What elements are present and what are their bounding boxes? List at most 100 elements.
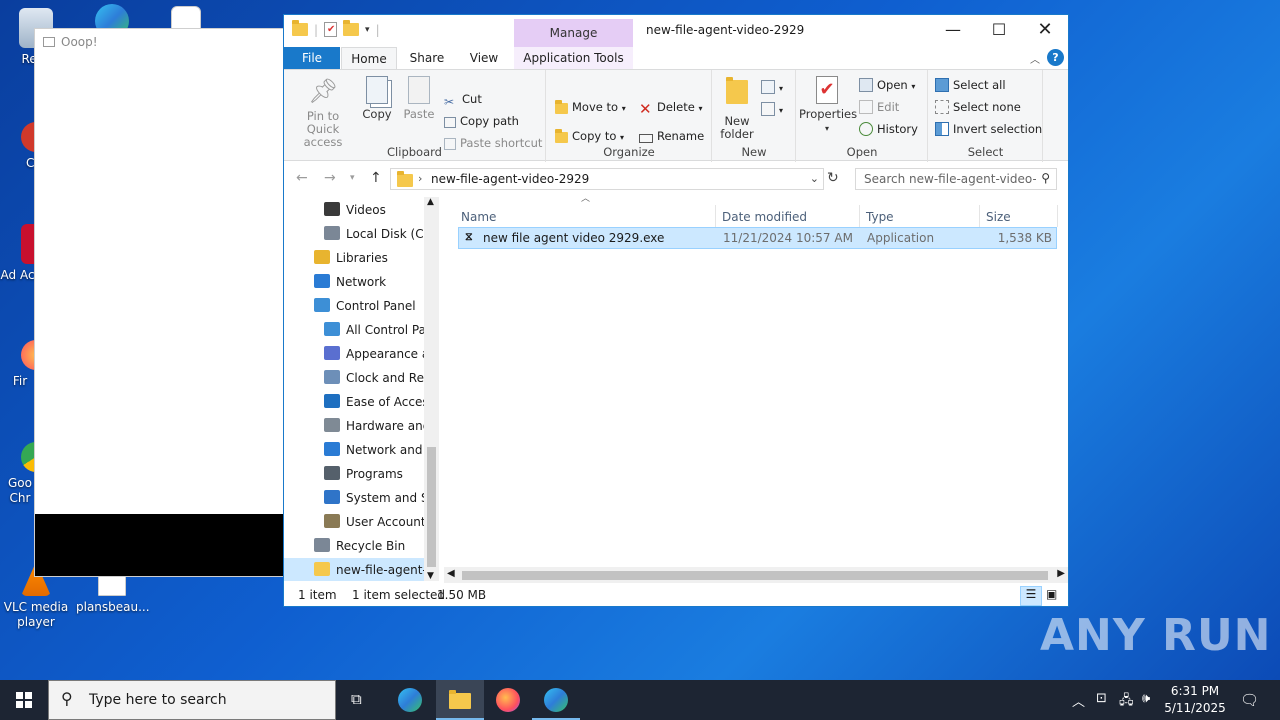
file-explorer-window: | ✔ ▾ | Manage new-file-agent-video-2929… (283, 14, 1069, 607)
collapse-ribbon-icon[interactable]: ︿ (1030, 51, 1040, 66)
nav-item[interactable]: All Control Par (284, 318, 424, 342)
copy-to-button[interactable]: Copy to ▾ (555, 127, 624, 145)
notifications-icon[interactable]: 🗨︎ (1240, 691, 1259, 709)
column-header-size[interactable]: Size (986, 205, 1011, 229)
copy-to-icon (555, 129, 568, 143)
address-dropdown-icon[interactable]: ⌄ (810, 172, 819, 185)
taskbar-edge-button[interactable] (386, 680, 434, 720)
close-button[interactable]: ✕ (1022, 15, 1068, 45)
large-icons-view-icon[interactable]: ▣ (1046, 587, 1057, 601)
scroll-left-icon[interactable]: ◀ (447, 568, 455, 579)
column-header-date[interactable]: Date modified (722, 205, 807, 229)
scroll-right-icon[interactable]: ▶ (1057, 568, 1065, 579)
recent-locations-icon[interactable]: ▾ (350, 173, 355, 183)
start-button[interactable] (0, 680, 48, 720)
easy-access-button[interactable]: ▾ (761, 100, 783, 118)
taskbar-search-input[interactable]: ⚲ Type here to search (48, 680, 336, 720)
edit-button[interactable]: Edit (859, 98, 899, 116)
navigation-bar: ← → ▾ ↑ › new-file-agent-video-2929 ⌄ ↻ … (284, 165, 1068, 193)
nav-item[interactable]: Network (284, 270, 424, 294)
status-bar: 1 item 1 item selected 1.50 MB ☰ ▣ (284, 585, 1068, 607)
paste-button[interactable]: Paste (402, 76, 436, 121)
properties-qa-icon[interactable]: ✔ (324, 22, 338, 37)
file-row[interactable]: ⧖ new file agent video 2929.exe 11/21/20… (458, 227, 1057, 249)
cut-button[interactable]: ✂ Cut (444, 90, 482, 109)
tab-file[interactable]: File (284, 47, 340, 69)
clipboard-group-label: Clipboard (387, 145, 442, 159)
address-bar[interactable]: › new-file-agent-video-2929 ⌄ (390, 168, 824, 190)
tab-home[interactable]: Home (341, 47, 397, 69)
tab-application-tools[interactable]: Application Tools (514, 47, 633, 69)
nav-item[interactable]: Local Disk (C:) (284, 222, 424, 246)
taskbar-edge-active-button[interactable] (532, 680, 580, 720)
nav-item[interactable]: Videos (284, 198, 424, 222)
taskbar-firefox-button[interactable] (484, 680, 532, 720)
nav-item[interactable]: Ease of Access (284, 390, 424, 414)
scroll-up-icon[interactable]: ▲ (427, 197, 434, 207)
delete-button[interactable]: ✕ Delete ▾ (639, 98, 702, 118)
tab-share[interactable]: Share (400, 47, 454, 69)
nav-item[interactable]: Libraries (284, 246, 424, 270)
show-hidden-icons-icon[interactable]: ︿ (1072, 691, 1085, 710)
help-icon[interactable]: ? (1047, 49, 1064, 66)
nav-item[interactable]: Control Panel (284, 294, 424, 318)
nav-item-label: Videos (346, 203, 386, 217)
ribbon: 📌︎ Pin to Quick access Copy Paste ✂ Cut C… (284, 69, 1068, 162)
new-folder-qa-icon[interactable] (343, 20, 360, 36)
nav-item[interactable]: Programs (284, 462, 424, 486)
history-button[interactable]: History (859, 120, 918, 138)
move-to-button[interactable]: Move to ▾ (555, 98, 626, 116)
taskbar-explorer-button[interactable] (436, 680, 484, 720)
tab-view[interactable]: View (456, 47, 512, 69)
volume-icon[interactable]: 🕪︎ (1142, 691, 1150, 706)
forward-arrow-icon[interactable]: → (324, 170, 336, 186)
invert-selection-button[interactable]: Invert selection (935, 120, 1042, 138)
edge-icon (398, 688, 422, 712)
nav-item[interactable]: User Accounts (284, 510, 424, 534)
copy-path-button[interactable]: Copy path (444, 112, 519, 130)
nav-scrollbar[interactable]: ▲ ▼ (424, 197, 439, 581)
nav-item-icon (324, 202, 340, 216)
back-arrow-icon[interactable]: ← (296, 170, 308, 186)
meet-now-icon[interactable]: ⊡ (1096, 691, 1107, 706)
select-none-button[interactable]: Select none (935, 98, 1021, 116)
scroll-down-icon[interactable]: ▼ (427, 571, 434, 581)
clock-date: 5/11/2025 (1164, 701, 1226, 715)
new-item-button[interactable]: ▾ (761, 78, 783, 96)
task-view-button[interactable]: ⧉ (336, 680, 384, 720)
select-all-button[interactable]: Select all (935, 76, 1006, 94)
nav-item[interactable]: Clock and Regi (284, 366, 424, 390)
search-input[interactable]: Search new-file-agent-video-... ⚲ (855, 168, 1057, 190)
nav-item[interactable]: Recycle Bin (284, 534, 424, 558)
nav-item[interactable]: Hardware and (284, 414, 424, 438)
maximize-button[interactable]: ☐ (976, 15, 1022, 45)
copy-button[interactable]: Copy (360, 76, 394, 121)
column-header-name[interactable]: Name (461, 205, 496, 229)
new-folder-button[interactable]: New folder (717, 77, 757, 141)
folder-icon (292, 20, 308, 36)
up-arrow-icon[interactable]: ↑ (370, 170, 382, 186)
properties-button[interactable]: ✔ Properties ▾ (799, 76, 857, 135)
nav-scroll-thumb[interactable] (427, 447, 436, 567)
nav-item[interactable]: Appearance an (284, 342, 424, 366)
rename-button[interactable]: Rename (639, 127, 704, 145)
clock[interactable]: 6:31 PM 5/11/2025 (1160, 683, 1230, 717)
file-list-hscrollbar[interactable]: ◀ ▶ (444, 567, 1068, 583)
nav-item[interactable]: Network and Ir (284, 438, 424, 462)
nav-item[interactable]: System and Sec (284, 486, 424, 510)
minimize-button[interactable]: — (930, 15, 976, 45)
nav-item-label: new-file-agent-v (336, 563, 424, 577)
nav-item-icon (314, 250, 330, 264)
details-view-icon[interactable]: ☰ (1020, 586, 1042, 606)
nav-item[interactable]: new-file-agent-v (284, 558, 424, 581)
column-header-type[interactable]: Type (866, 205, 894, 229)
organize-group: Move to ▾ Copy to ▾ ✕ Delete ▾ Rename Org… (547, 70, 712, 162)
refresh-icon[interactable]: ↻ (827, 170, 839, 186)
new-item-icon (761, 80, 775, 94)
network-icon[interactable]: 🖧︎ (1119, 691, 1134, 713)
open-button[interactable]: Open ▾ (859, 76, 915, 94)
hscroll-thumb[interactable] (462, 571, 1048, 580)
tab-manage[interactable]: Manage (514, 19, 633, 47)
pin-quick-access-button[interactable]: 📌︎ Pin to Quick access (290, 76, 356, 149)
customize-qa-icon[interactable]: ▾ (365, 25, 370, 35)
